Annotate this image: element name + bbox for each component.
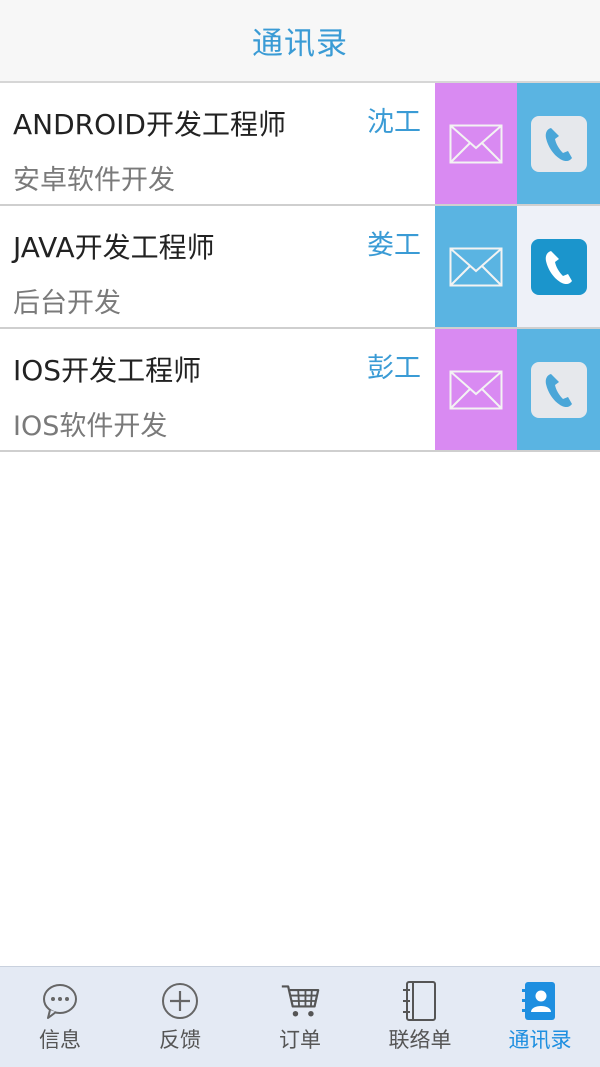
- contact-row[interactable]: ANDROID开发工程师 安卓软件开发 沈工: [0, 83, 600, 206]
- mail-button[interactable]: [435, 83, 517, 204]
- envelope-icon: [449, 124, 503, 163]
- mail-button[interactable]: [435, 206, 517, 327]
- phone-handset-icon: [545, 373, 572, 407]
- contact-list: ANDROID开发工程师 安卓软件开发 沈工 JAVA开发工程师 后台开发 娄工…: [0, 83, 600, 452]
- top-bar: 通讯录: [0, 0, 600, 83]
- contact-row[interactable]: IOS开发工程师 IOS软件开发 彭工: [0, 329, 600, 452]
- phone-tile: [530, 361, 587, 418]
- job-title: IOS开发工程师: [13, 354, 202, 387]
- tab-label: 通讯录: [508, 1028, 572, 1052]
- phone-tile: [530, 238, 587, 295]
- contact-person: 娄工: [367, 230, 421, 261]
- contact-info[interactable]: JAVA开发工程师 后台开发 娄工: [0, 206, 435, 327]
- page-title: 通讯录: [252, 26, 348, 62]
- job-description: IOS软件开发: [13, 411, 168, 442]
- contact-info[interactable]: IOS开发工程师 IOS软件开发 彭工: [0, 329, 435, 450]
- tab-feedback[interactable]: 反馈: [120, 967, 240, 1067]
- tab-contact-sheet[interactable]: 联络单: [360, 967, 480, 1067]
- shopping-cart-icon: [281, 985, 320, 1017]
- chat-bubble-icon: [43, 984, 77, 1019]
- contact-row[interactable]: JAVA开发工程师 后台开发 娄工: [0, 206, 600, 329]
- call-button[interactable]: [517, 83, 600, 204]
- tab-label: 信息: [39, 1028, 81, 1052]
- phone-handset-icon: [545, 250, 572, 284]
- call-button[interactable]: [517, 206, 600, 327]
- contact-person: 沈工: [367, 107, 421, 138]
- tab-label: 订单: [279, 1028, 321, 1052]
- notebook-icon: [403, 981, 436, 1021]
- job-description: 安卓软件开发: [13, 165, 175, 196]
- plus-circle-icon: [162, 983, 198, 1019]
- contacts-icon: [522, 982, 555, 1020]
- envelope-icon: [449, 370, 503, 409]
- envelope-icon: [449, 247, 503, 286]
- job-title: JAVA开发工程师: [13, 231, 215, 264]
- tab-label: 反馈: [159, 1028, 201, 1052]
- mail-button[interactable]: [435, 329, 517, 450]
- job-title: ANDROID开发工程师: [13, 108, 286, 141]
- tab-label: 联络单: [388, 1028, 452, 1052]
- phone-tile: [530, 115, 587, 172]
- tab-address-book[interactable]: 通讯录: [480, 967, 600, 1067]
- tab-orders[interactable]: 订单: [240, 967, 360, 1067]
- phone-handset-icon: [545, 127, 572, 161]
- call-button[interactable]: [517, 329, 600, 450]
- contact-person: 彭工: [367, 353, 421, 384]
- tab-messages[interactable]: 信息: [0, 967, 120, 1067]
- job-description: 后台开发: [13, 288, 121, 319]
- bottom-tab-bar: 信息 反馈 订单 联络单 通讯录: [0, 966, 600, 1067]
- contact-info[interactable]: ANDROID开发工程师 安卓软件开发 沈工: [0, 83, 435, 204]
